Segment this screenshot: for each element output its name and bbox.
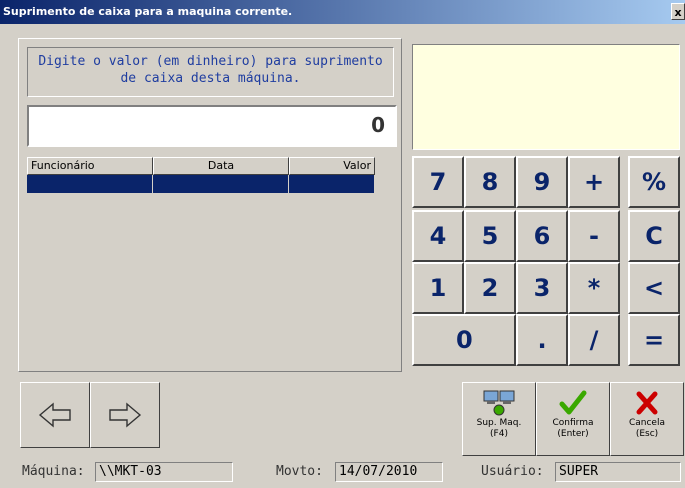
key-clear[interactable]: C: [628, 210, 680, 262]
usuario-value: SUPER: [555, 462, 681, 482]
next-button[interactable]: [90, 382, 160, 448]
instruction-text: Digite o valor (em dinheiro) para suprim…: [27, 47, 394, 97]
movto-value: 14/07/2010: [335, 462, 443, 482]
key-0[interactable]: 0: [412, 314, 516, 366]
column-header-valor[interactable]: Valor: [289, 157, 375, 175]
window-title: Suprimento de caixa para a maquina corre…: [3, 5, 293, 18]
key-8[interactable]: 8: [464, 156, 516, 208]
key-minus[interactable]: -: [568, 210, 620, 262]
key-2[interactable]: 2: [464, 262, 516, 314]
cell-valor: [289, 175, 375, 193]
key-4[interactable]: 4: [412, 210, 464, 262]
window-titlebar: Suprimento de caixa para a maquina corre…: [0, 0, 685, 24]
key-divide[interactable]: /: [568, 314, 620, 366]
key-multiply[interactable]: *: [568, 262, 620, 314]
grid-header: Funcionário Data Valor: [27, 157, 375, 175]
checkmark-icon: [559, 390, 587, 415]
movto-label: Movto:: [276, 464, 323, 479]
key-3[interactable]: 3: [516, 262, 568, 314]
sup-maq-shortcut: (F4): [490, 429, 508, 439]
key-5[interactable]: 5: [464, 210, 516, 262]
table-row[interactable]: [27, 175, 375, 193]
supply-grid: Funcionário Data Valor: [27, 157, 375, 193]
key-backspace[interactable]: <: [628, 262, 680, 314]
computers-icon: [483, 390, 515, 416]
sup-maq-button[interactable]: Sup. Maq. (F4): [462, 382, 536, 456]
key-plus[interactable]: +: [568, 156, 620, 208]
maquina-label: Máquina:: [22, 464, 85, 479]
arrow-left-icon: [38, 402, 71, 428]
confirm-button[interactable]: Confirma (Enter): [536, 382, 610, 456]
cancel-shortcut: (Esc): [635, 429, 659, 439]
key-9[interactable]: 9: [516, 156, 568, 208]
confirm-shortcut: (Enter): [557, 429, 589, 439]
key-7[interactable]: 7: [412, 156, 464, 208]
key-1[interactable]: 1: [412, 262, 464, 314]
column-header-data[interactable]: Data: [153, 157, 289, 175]
sup-maq-label: Sup. Maq.: [476, 418, 522, 428]
key-percent[interactable]: %: [628, 156, 680, 208]
column-header-funcionario[interactable]: Funcionário: [27, 157, 153, 175]
cell-data: [153, 175, 289, 193]
cell-funcionario: [27, 175, 153, 193]
maquina-value: \\MKT-03: [95, 462, 233, 482]
key-6[interactable]: 6: [516, 210, 568, 262]
cancel-button[interactable]: Cancela (Esc): [610, 382, 684, 456]
input-panel: Digite o valor (em dinheiro) para suprim…: [18, 38, 402, 372]
arrow-right-icon: [109, 402, 142, 428]
confirm-label: Confirma: [552, 418, 594, 428]
cancel-label: Cancela: [628, 418, 665, 428]
amount-input[interactable]: 0: [27, 105, 397, 147]
key-decimal[interactable]: .: [516, 314, 568, 366]
display-area: [412, 44, 680, 150]
close-button[interactable]: x: [671, 3, 685, 20]
usuario-label: Usuário:: [481, 464, 544, 479]
key-equals[interactable]: =: [628, 314, 680, 366]
x-mark-icon: [636, 391, 658, 415]
prev-button[interactable]: [20, 382, 90, 448]
